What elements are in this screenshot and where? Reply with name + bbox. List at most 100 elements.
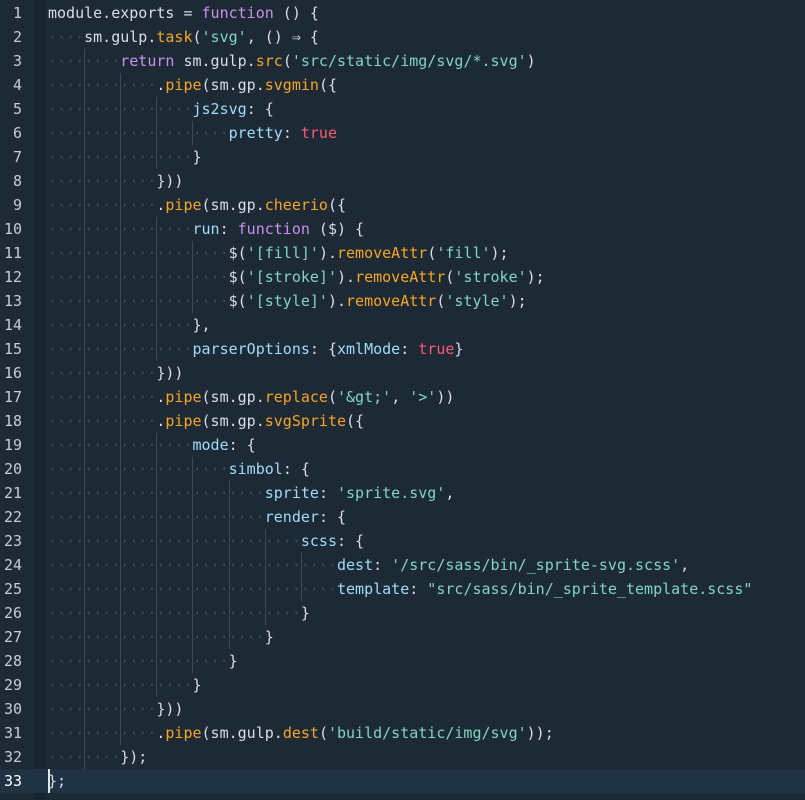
code-line[interactable]: 10 ················run: function ($) { (0, 217, 805, 241)
code-line[interactable]: 28 ····················} (0, 649, 805, 673)
code-line[interactable]: 30 ············})) (0, 697, 805, 721)
code-line[interactable]: 27 ························} (0, 625, 805, 649)
code-token-kw: return (120, 52, 175, 70)
whitespace-dots: ········ (48, 52, 121, 70)
whitespace-dots: ···························· (48, 604, 301, 622)
code-line[interactable]: 20 ····················simbol: { (0, 457, 805, 481)
code-text[interactable]: ················}, (48, 313, 211, 337)
code-token-key: pretty (228, 124, 283, 142)
code-text[interactable]: ····················$('[stroke]').remove… (48, 265, 545, 289)
code-line[interactable]: 17 ············.pipe(sm.gp.replace('&gt;'… (0, 385, 805, 409)
code-text[interactable]: ························render: { (48, 505, 346, 529)
code-text[interactable]: ········}); (48, 745, 147, 769)
code-text[interactable]: ············.pipe(sm.gp.svgmin({ (48, 73, 337, 97)
code-text[interactable]: ····················} (48, 649, 238, 673)
code-token-fn: removeAttr (346, 292, 437, 310)
code-line[interactable]: 26 ····························} (0, 601, 805, 625)
code-line[interactable]: 29 ················} (0, 673, 805, 697)
code-text[interactable]: ············})) (48, 169, 183, 193)
code-token-plain: }; (48, 772, 67, 790)
code-text[interactable]: module.exports = function () { (48, 1, 319, 25)
code-token-plain: } (192, 148, 202, 166)
code-text[interactable]: ················js2svg: { (48, 97, 274, 121)
code-line[interactable]: 33}; (0, 769, 805, 793)
code-text[interactable]: ················parserOptions: {xmlMode:… (48, 337, 463, 361)
code-line[interactable]: 9 ············.pipe(sm.gp.cheerio({ (0, 193, 805, 217)
text-cursor (48, 769, 50, 793)
line-number: 32 (3, 748, 22, 766)
code-text[interactable]: ················} (48, 673, 202, 697)
code-line[interactable]: 13 ····················$('[style]').remov… (0, 289, 805, 313)
code-line[interactable]: 24 ································dest: … (0, 553, 805, 577)
code-text[interactable]: ············.pipe(sm.gp.replace('&gt;', … (48, 385, 454, 409)
code-line[interactable]: 1 module.exports = function () { (0, 1, 805, 25)
code-line[interactable]: 15 ················parserOptions: {xmlMod… (0, 337, 805, 361)
code-text[interactable]: ················mode: { (48, 433, 256, 457)
code-text[interactable]: ············.pipe(sm.gp.cheerio({ (48, 193, 346, 217)
code-text[interactable]: ················} (48, 145, 202, 169)
code-token-plain: } (228, 652, 238, 670)
code-text[interactable]: ············.pipe(sm.gulp.dest('build/st… (48, 721, 554, 745)
code-text[interactable]: ············})) (48, 697, 183, 721)
code-token-str: 'style' (445, 292, 509, 310)
code-text[interactable]: ····················$('[style]').removeA… (48, 289, 527, 313)
code-text[interactable]: ····················pretty: true (48, 121, 337, 145)
code-text[interactable]: ································template… (48, 577, 752, 601)
code-token-bool: true (418, 340, 455, 358)
line-number: 11 (3, 244, 22, 262)
code-line[interactable]: 3 ········return sm.gulp.src('src/static/… (0, 49, 805, 73)
code-text[interactable]: ················run: function ($) { (48, 217, 364, 241)
code-line[interactable]: 6 ····················pretty: true (0, 121, 805, 145)
code-token-str: '>' (409, 388, 437, 406)
code-line[interactable]: 2 ····sm.gulp.task('svg', () ⇒ { (0, 25, 805, 49)
code-token-str: '[style]' (246, 292, 328, 310)
line-number: 24 (3, 556, 22, 574)
code-line[interactable]: 21 ························sprite: 'sprit… (0, 481, 805, 505)
code-token-plain: : (219, 220, 238, 238)
code-line[interactable]: 5 ················js2svg: { (0, 97, 805, 121)
code-line[interactable]: 4 ············.pipe(sm.gp.svgmin({ (0, 73, 805, 97)
code-text[interactable]: ············.pipe(sm.gp.svgSprite({ (48, 409, 364, 433)
code-token-plain: )); (526, 724, 554, 742)
line-number: 17 (3, 388, 22, 406)
code-line[interactable]: 7 ················} (0, 145, 805, 169)
code-text[interactable]: ····························scss: { (48, 529, 364, 553)
line-number: 14 (3, 316, 22, 334)
code-line[interactable]: 8 ············})) (0, 169, 805, 193)
code-text[interactable]: ························} (48, 625, 274, 649)
code-token-plain: (sm.gulp. (201, 724, 283, 742)
code-line[interactable]: 12 ····················$('[stroke]').remo… (0, 265, 805, 289)
code-lines[interactable]: 1 module.exports = function () {2 ····sm.g… (0, 1, 805, 793)
code-line[interactable]: 16 ············})) (0, 361, 805, 385)
code-text[interactable]: ········return sm.gulp.src('src/static/i… (48, 49, 536, 73)
code-line[interactable]: 32 ········}); (0, 745, 805, 769)
code-line[interactable]: 11 ····················$('[fill]').remove… (0, 241, 805, 265)
line-number: 27 (3, 628, 22, 646)
code-text[interactable]: ····························} (48, 601, 310, 625)
code-text[interactable]: ············})) (48, 361, 183, 385)
code-token-key: js2svg (192, 100, 247, 118)
code-line[interactable]: 25 ································templa… (0, 577, 805, 601)
line-number: 16 (3, 364, 22, 382)
code-text[interactable]: }; (48, 769, 66, 793)
code-line[interactable]: 18 ············.pipe(sm.gp.svgSprite({ (0, 409, 805, 433)
code-line[interactable]: 23 ····························scss: { (0, 529, 805, 553)
code-text[interactable]: ························sprite: 'sprite.… (48, 481, 454, 505)
code-text[interactable]: ····················$('[fill]').removeAt… (48, 241, 509, 265)
line-number: 18 (3, 412, 22, 430)
line-number: 12 (3, 268, 22, 286)
line-number: 7 (12, 148, 22, 166)
code-token-plain: ( (282, 52, 292, 70)
whitespace-dots: ···················· (48, 268, 229, 286)
code-token-fn: removeAttr (355, 268, 446, 286)
code-editor[interactable]: 1 module.exports = function () {2 ····sm.g… (0, 0, 805, 800)
code-line[interactable]: 19 ················mode: { (0, 433, 805, 457)
code-text[interactable]: ································dest: '/… (48, 553, 689, 577)
code-line[interactable]: 14 ················}, (0, 313, 805, 337)
code-line[interactable]: 22 ························render: { (0, 505, 805, 529)
code-text[interactable]: ····················simbol: { (48, 457, 310, 481)
code-text[interactable]: ····sm.gulp.task('svg', () ⇒ { (48, 25, 319, 49)
code-token-str: 'build/static/img/svg' (327, 724, 527, 742)
code-token-plain: $( (228, 268, 247, 286)
code-line[interactable]: 31 ············.pipe(sm.gulp.dest('build/… (0, 721, 805, 745)
